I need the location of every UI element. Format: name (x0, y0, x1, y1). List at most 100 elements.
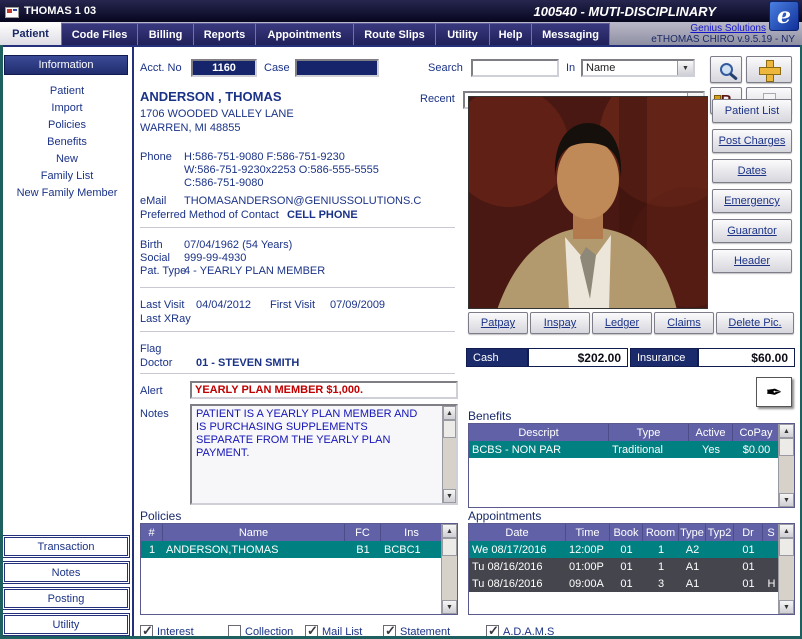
window-app-label: THOMAS 1 03 (24, 5, 97, 17)
scroll-up-icon[interactable]: ▲ (779, 424, 794, 438)
appointments-table: Date Time Book Room Type Typ2 Dr S We 08… (468, 523, 795, 615)
main-panel: Acct. No Case Search In Name ▼ R ANDERSO… (134, 45, 802, 639)
policies-col-num[interactable]: # (141, 524, 163, 541)
appt-col-time[interactable]: Time (566, 524, 610, 541)
scroll-up-icon[interactable]: ▲ (779, 524, 794, 538)
tab-patient[interactable]: Patient (0, 22, 62, 45)
sidebar-button-transaction[interactable]: Transaction (2, 535, 130, 558)
appointment-row[interactable]: We 08/17/2016 12:00P 01 1 A2 01 (469, 541, 794, 558)
phone-line3: C:586-751-9080 (184, 177, 264, 189)
guarantor-button[interactable]: Guarantor (712, 219, 792, 243)
post-charges-button[interactable]: Post Charges (712, 129, 792, 153)
appt-col-dr[interactable]: Dr (734, 524, 763, 541)
sidebar-button-notes[interactable]: Notes (2, 561, 130, 584)
sidebar-item-new-family-member[interactable]: New Family Member (0, 187, 134, 199)
delete-pic-button[interactable]: Delete Pic. (716, 312, 794, 334)
case-input[interactable] (295, 59, 379, 77)
scroll-thumb[interactable] (779, 438, 794, 456)
scroll-up-icon[interactable]: ▲ (442, 524, 457, 538)
phone-line2: W:586-751-9230x2253 O:586-555-5555 (184, 164, 379, 176)
patpay-button[interactable]: Patpay (468, 312, 528, 334)
signature-pen-button[interactable]: ✒ (756, 377, 792, 407)
notes-box[interactable]: PATIENT IS A YEARLY PLAN MEMBER AND IS P… (190, 404, 458, 505)
appt-col-book[interactable]: Book (610, 524, 643, 541)
search-in-value: Name (586, 62, 616, 74)
window-frame (0, 45, 3, 639)
appointment-row[interactable]: Tu 08/16/2016 01:00P 01 1 A1 01 (469, 558, 794, 575)
email-value: THOMASANDERSON@GENIUSSOLUTIONS.C (184, 195, 422, 207)
scroll-down-icon[interactable]: ▼ (779, 493, 794, 507)
benefits-col-active[interactable]: Active (689, 424, 733, 441)
benefits-scrollbar[interactable]: ▲ ▼ (778, 424, 794, 507)
sidebar-button-utility[interactable]: Utility (2, 613, 130, 636)
sidebar-item-benefits[interactable]: Benefits (0, 136, 134, 148)
appt-col-room[interactable]: Room (643, 524, 679, 541)
benefits-header-row: Descript Type Active CoPay (469, 424, 794, 441)
patient-name: ANDERSON , THOMAS (140, 89, 282, 104)
sidebar-item-import[interactable]: Import (0, 102, 134, 114)
search-in-combo[interactable]: Name ▼ (581, 59, 695, 77)
search-button[interactable] (710, 56, 742, 83)
appointments-header-row: Date Time Book Room Type Typ2 Dr S (469, 524, 794, 541)
appt-col-typ2[interactable]: Typ2 (706, 524, 734, 541)
scroll-up-icon[interactable]: ▲ (443, 406, 456, 420)
notes-scrollbar[interactable]: ▲ ▼ (442, 406, 456, 503)
genius-solutions-link[interactable]: Genius Solutions (690, 23, 766, 34)
tab-reports[interactable]: Reports (194, 23, 256, 45)
cash-label: Cash (466, 348, 528, 367)
preferred-contact-label: Preferred Method of Contact (140, 209, 279, 221)
policies-col-ins[interactable]: Ins (381, 524, 443, 541)
appt-col-type[interactable]: Type (679, 524, 706, 541)
add-patient-button[interactable] (746, 56, 792, 83)
birth-label: Birth (140, 239, 163, 251)
policies-row[interactable]: 1 ANDERSON,THOMAS B1 BCBC1 (141, 541, 457, 558)
patient-list-button[interactable]: Patient List (712, 99, 792, 123)
policies-col-name[interactable]: Name (163, 524, 345, 541)
policies-scrollbar[interactable]: ▲ ▼ (441, 524, 457, 614)
tab-billing[interactable]: Billing (138, 23, 194, 45)
inspay-button[interactable]: Inspay (530, 312, 590, 334)
sidebar-item-family-list[interactable]: Family List (0, 170, 134, 182)
benefits-col-type[interactable]: Type (609, 424, 689, 441)
tab-messaging[interactable]: Messaging (532, 23, 610, 45)
social-value: 999-99-4930 (184, 252, 247, 264)
appointments-scrollbar[interactable]: ▲ ▼ (778, 524, 794, 614)
header-button[interactable]: Header (712, 249, 792, 273)
chevron-down-icon[interactable]: ▼ (677, 61, 693, 75)
sidebar-item-patient[interactable]: Patient (0, 85, 134, 97)
app-icon (5, 5, 19, 18)
notes-text: PATIENT IS A YEARLY PLAN MEMBER AND IS P… (196, 408, 418, 459)
sidebar-item-information[interactable]: Information (4, 55, 128, 75)
appointment-row[interactable]: Tu 08/16/2016 09:00A 01 3 A1 01 H (469, 575, 794, 592)
scroll-down-icon[interactable]: ▼ (779, 600, 794, 614)
tab-appointments[interactable]: Appointments (256, 23, 354, 45)
policies-header-row: # Name FC Ins (141, 524, 457, 541)
tab-route-slips[interactable]: Route Slips (354, 23, 436, 45)
tab-utility[interactable]: Utility (436, 23, 490, 45)
last-xray-label: Last XRay (140, 313, 191, 325)
sidebar-button-posting[interactable]: Posting (2, 587, 130, 610)
scroll-thumb[interactable] (443, 420, 456, 438)
search-input[interactable] (471, 59, 559, 77)
benefits-col-descript[interactable]: Descript (469, 424, 609, 441)
ledger-button[interactable]: Ledger (592, 312, 652, 334)
scroll-down-icon[interactable]: ▼ (442, 600, 457, 614)
dates-button[interactable]: Dates (712, 159, 792, 183)
benefits-row[interactable]: BCBS - NON PAR Traditional Yes $0.00 (469, 441, 794, 458)
appt-col-date[interactable]: Date (469, 524, 566, 541)
tab-help[interactable]: Help (490, 23, 532, 45)
scroll-thumb[interactable] (779, 538, 794, 556)
acct-no-label: Acct. No (140, 62, 182, 74)
scroll-thumb[interactable] (442, 538, 457, 556)
emergency-button[interactable]: Emergency (712, 189, 792, 213)
sidebar-item-policies[interactable]: Policies (0, 119, 134, 131)
scroll-down-icon[interactable]: ▼ (443, 489, 456, 503)
sidebar-item-new[interactable]: New (0, 153, 134, 165)
claims-button[interactable]: Claims (654, 312, 714, 334)
alert-input[interactable] (190, 381, 458, 399)
tab-code-files[interactable]: Code Files (62, 23, 138, 45)
policies-col-fc[interactable]: FC (345, 524, 381, 541)
acct-no-input[interactable] (191, 59, 257, 77)
phone-line1: H:586-751-9080 F:586-751-9230 (184, 151, 345, 163)
benefits-col-copay[interactable]: CoPay (733, 424, 780, 441)
